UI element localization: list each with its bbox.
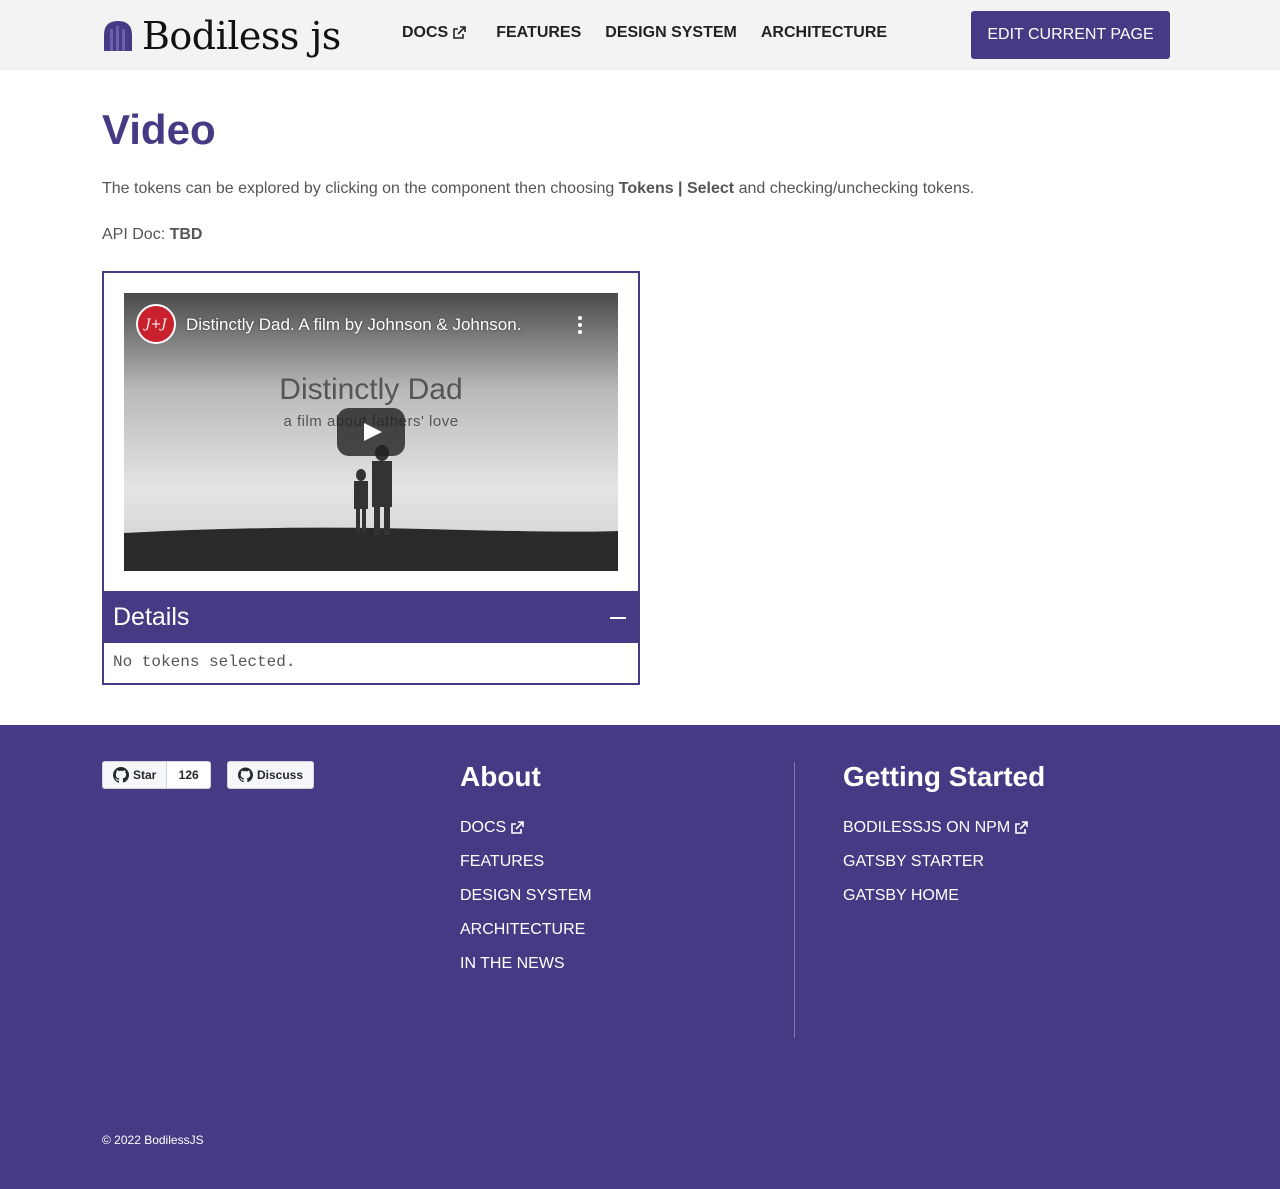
intro-text: The tokens can be explored by clicking o… — [102, 180, 974, 198]
video-title[interactable]: Distinctly Dad. A film by Johnson & John… — [186, 315, 521, 335]
footer-link-npm-label: BODILESSJS ON NPM — [843, 819, 1011, 836]
external-link-icon — [511, 821, 525, 834]
github-star-button[interactable]: Star 126 — [102, 761, 211, 789]
api-doc-value: TBD — [169, 226, 203, 243]
details-title: Details — [113, 603, 190, 631]
github-star-count[interactable]: 126 — [167, 762, 210, 788]
poster-title: Distinctly Dad — [279, 373, 463, 406]
github-star-text: Star — [133, 768, 157, 782]
about-heading: About — [460, 761, 541, 792]
logo-text: Bodiless js — [142, 14, 341, 58]
github-icon — [238, 767, 253, 783]
footer-link-gatsby-starter[interactable]: GATSBY STARTER — [843, 853, 1028, 887]
play-icon[interactable] — [337, 408, 405, 456]
api-doc: API Doc: TBD — [102, 226, 202, 244]
getting-started-links: BODILESSJS ON NPM GATSBY STARTER GATSBY … — [843, 819, 1028, 921]
footer-link-features[interactable]: FEATURES — [460, 853, 592, 887]
more-options-icon[interactable] — [576, 315, 584, 335]
intro-after: and checking/unchecking tokens. — [734, 180, 975, 197]
footer-divider — [794, 762, 795, 1038]
footer-link-architecture[interactable]: ARCHITECTURE — [460, 921, 592, 955]
nav-features[interactable]: FEATURES — [496, 24, 581, 42]
page-title: Video — [102, 106, 216, 153]
main-nav: DOCS FEATURES DESIGN SYSTEM ARCHITECTURE — [402, 24, 911, 42]
nav-design-system[interactable]: DESIGN SYSTEM — [605, 24, 737, 42]
footer-link-design-system[interactable]: DESIGN SYSTEM — [460, 887, 592, 921]
footer-link-gatsby-home[interactable]: GATSBY HOME — [843, 887, 1028, 921]
video-player[interactable]: J+J Distinctly Dad. A film by Johnson & … — [124, 293, 618, 571]
nav-architecture[interactable]: ARCHITECTURE — [761, 24, 887, 42]
api-doc-label: API Doc: — [102, 226, 170, 243]
logo[interactable]: Bodiless js — [102, 14, 341, 58]
edit-current-page-button[interactable]: EDIT CURRENT PAGE — [971, 11, 1170, 59]
details-header[interactable]: Details — [104, 591, 638, 643]
video-demo-box: J+J Distinctly Dad. A film by Johnson & … — [102, 271, 640, 685]
collapse-icon[interactable] — [610, 617, 626, 619]
footer-link-npm[interactable]: BODILESSJS ON NPM — [843, 819, 1028, 853]
copyright: © 2022 BodilessJS — [102, 1133, 204, 1147]
getting-started-heading: Getting Started — [843, 761, 1046, 792]
github-icon — [113, 767, 129, 783]
nav-docs-label: DOCS — [402, 24, 449, 41]
external-link-icon — [1015, 821, 1028, 834]
intro-before: The tokens can be explored by clicking o… — [102, 180, 619, 197]
github-discuss-text: Discuss — [256, 768, 303, 782]
intro-bold: Tokens | Select — [618, 180, 735, 197]
github-discuss-button[interactable]: Discuss — [227, 761, 314, 789]
nav-docs[interactable]: DOCS — [402, 24, 467, 42]
details-body: No tokens selected. — [113, 653, 296, 671]
logo-mark-icon — [104, 21, 132, 51]
footer-link-docs-label: DOCS — [460, 819, 507, 836]
github-star-label: Star — [103, 762, 168, 788]
external-link-icon — [453, 26, 467, 39]
footer-link-docs[interactable]: DOCS — [460, 819, 592, 853]
site-header: Bodiless js DOCS FEATURES DESIGN SYSTEM … — [0, 0, 1280, 70]
footer-link-in-the-news[interactable]: IN THE NEWS — [460, 955, 592, 989]
site-footer: Star 126 Discuss About DOCS FEATURES DES… — [0, 725, 1280, 1189]
channel-avatar[interactable]: J+J — [136, 304, 176, 344]
about-links: DOCS FEATURES DESIGN SYSTEM ARCHITECTURE… — [460, 819, 592, 989]
